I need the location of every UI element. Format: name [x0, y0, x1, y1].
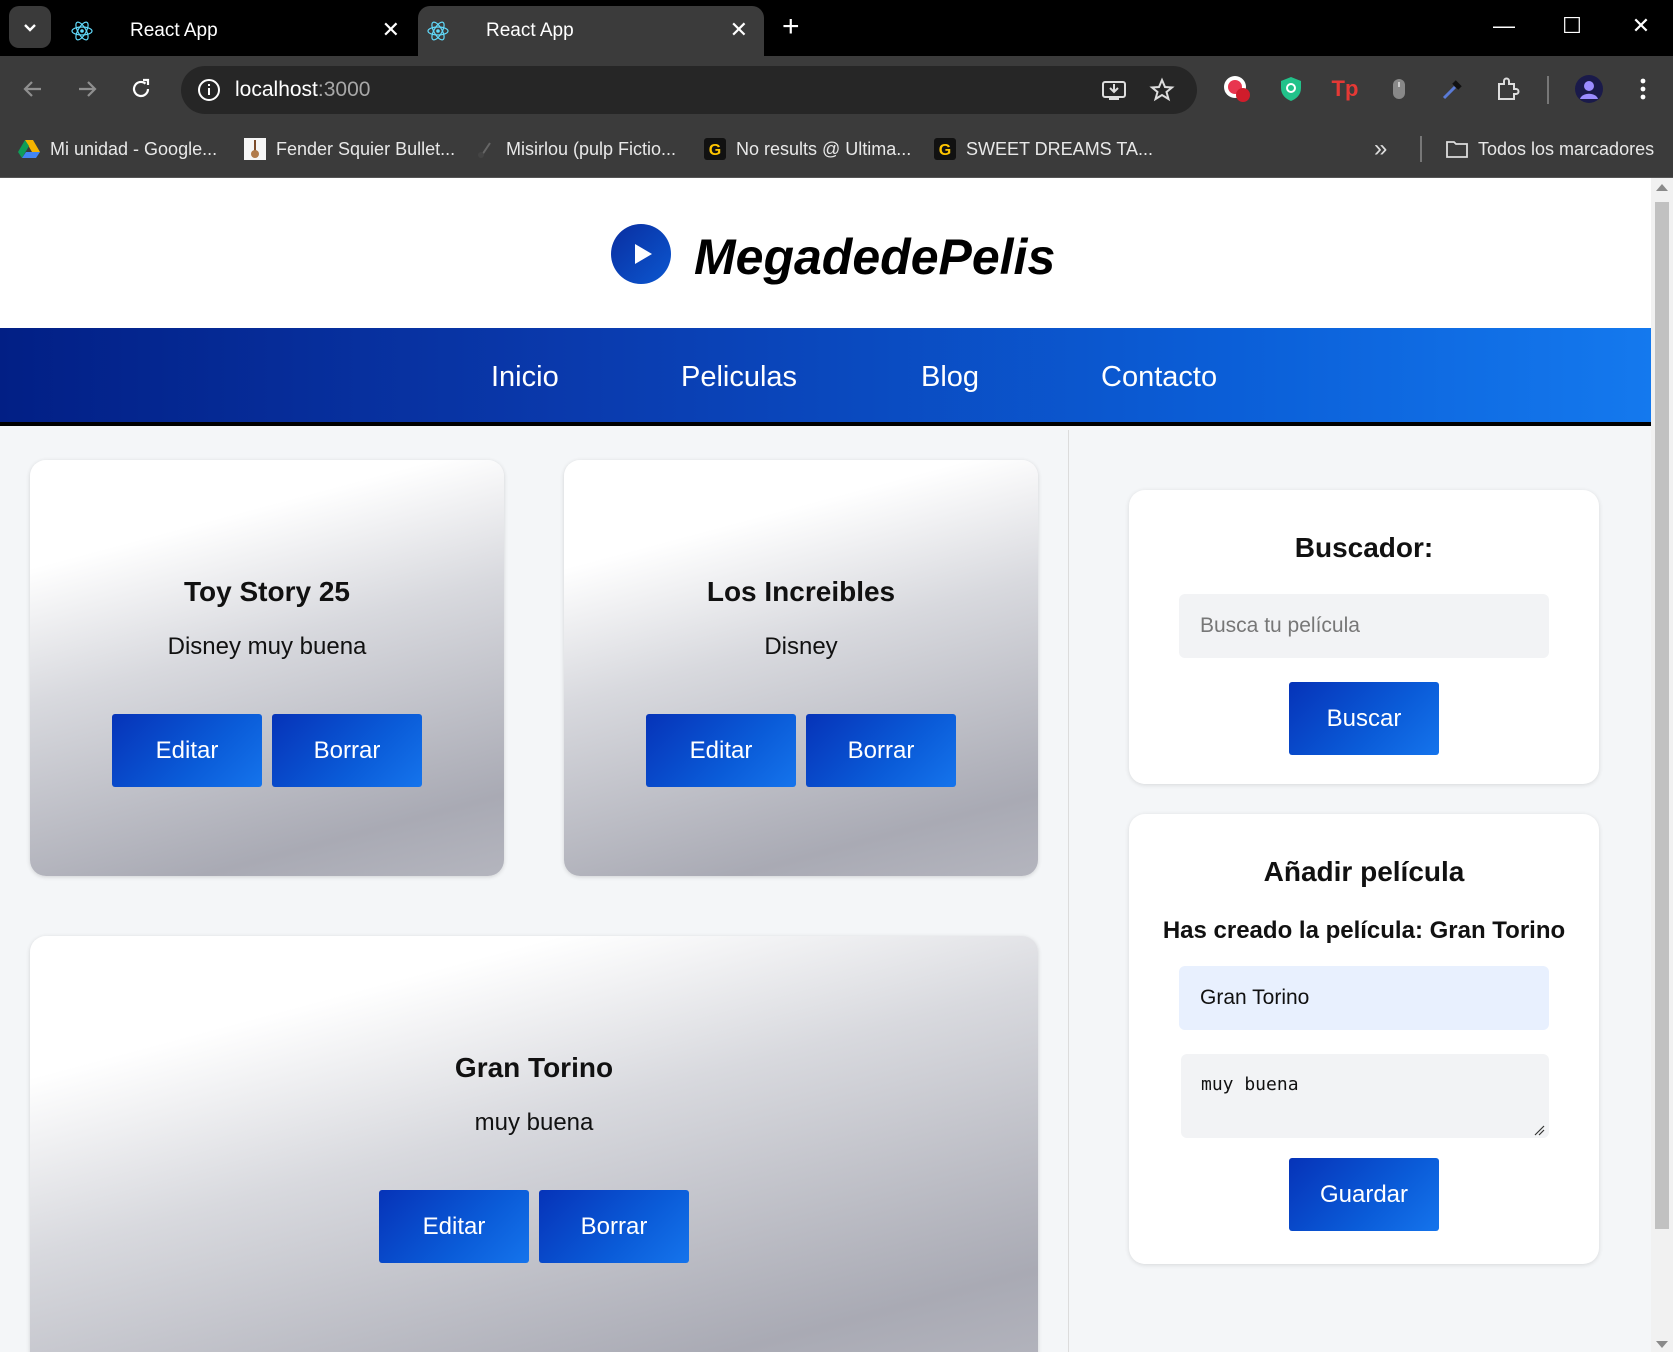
bookmark-label: Mi unidad - Google...: [50, 138, 218, 159]
nav-peliculas[interactable]: Peliculas: [681, 361, 797, 394]
nav-contacto[interactable]: Contacto: [1101, 361, 1217, 394]
bookmark-item[interactable]: G No results @ Ultima...: [704, 136, 911, 162]
search-button[interactable]: Buscar: [1289, 682, 1439, 755]
edit-button[interactable]: Editar: [379, 1190, 529, 1263]
movie-card: Gran Torino muy buena Editar Borrar: [30, 936, 1038, 1352]
movie-description: Disney muy buena: [167, 633, 367, 660]
search-input[interactable]: [1179, 594, 1549, 658]
tab-title: React App: [486, 20, 574, 41]
tp-extension-icon[interactable]: Tp: [1330, 74, 1360, 104]
svg-text:G: G: [709, 142, 721, 159]
maximize-icon[interactable]: ☐: [1552, 10, 1592, 42]
guitar-icon: [244, 138, 266, 160]
bookmark-star-icon[interactable]: [1149, 77, 1175, 103]
more-bookmarks-icon[interactable]: »: [1374, 135, 1387, 162]
svg-text:G: G: [939, 142, 951, 159]
movie-list: Toy Story 25 Disney muy buena Editar Bor…: [0, 430, 1068, 1352]
delete-button[interactable]: Borrar: [806, 714, 956, 787]
bookmark-label: No results @ Ultima...: [736, 138, 912, 159]
mouse-extension-icon[interactable]: [1384, 74, 1414, 104]
movie-card: Toy Story 25 Disney muy buena Editar Bor…: [30, 460, 504, 876]
bookmark-item[interactable]: Mi unidad - Google...: [18, 136, 217, 162]
save-button[interactable]: Guardar: [1289, 1158, 1439, 1231]
delete-button[interactable]: Borrar: [539, 1190, 689, 1263]
nav-inicio[interactable]: Inicio: [491, 361, 559, 394]
page-scrollbar[interactable]: [1651, 178, 1673, 1352]
react-icon: [427, 21, 449, 41]
main-navigation: Inicio Peliculas Blog Contacto: [0, 328, 1651, 426]
shield-extension-icon[interactable]: [1276, 74, 1306, 104]
forward-icon[interactable]: [70, 72, 104, 106]
back-icon[interactable]: [16, 72, 50, 106]
play-logo-icon: [611, 224, 671, 284]
all-bookmarks-folder[interactable]: Todos los marcadores: [1446, 136, 1654, 162]
eyedropper-extension-icon[interactable]: [1438, 74, 1468, 104]
tab-search-button[interactable]: [9, 6, 51, 48]
site-title: MegadedePelis: [694, 229, 1056, 285]
bookmark-label: Fender Squier Bullet...: [276, 138, 456, 159]
browser-toolbar: localhost:3000 Tp: [0, 56, 1673, 122]
creation-status: Has creado la película: Gran Torino: [1162, 917, 1566, 944]
nav-blog[interactable]: Blog: [921, 361, 979, 394]
more-menu-icon[interactable]: [1628, 74, 1658, 104]
all-bookmarks-label: Todos los marcadores: [1478, 138, 1655, 159]
search-widget: Buscador: Buscar: [1129, 490, 1599, 784]
browser-tab-1[interactable]: React App ✕: [62, 6, 416, 56]
site-header: MegadedePelis: [0, 178, 1651, 328]
movie-title-input[interactable]: [1179, 966, 1549, 1030]
ultimate-guitar-icon: G: [704, 138, 726, 160]
chevron-down-icon: [24, 24, 36, 32]
new-tab-icon[interactable]: +: [782, 8, 800, 46]
browser-tab-2[interactable]: React App ✕: [418, 6, 764, 56]
close-tab-icon[interactable]: ✕: [382, 18, 400, 42]
ultimate-guitar-icon: G: [934, 138, 956, 160]
bookmarks-divider: [1420, 136, 1422, 162]
bookmark-label: SWEET DREAMS TA...: [966, 138, 1154, 159]
site-info-icon[interactable]: [197, 78, 221, 102]
edit-button[interactable]: Editar: [112, 714, 262, 787]
bookmark-item[interactable]: Fender Squier Bullet...: [244, 136, 455, 162]
add-movie-widget: Añadir película Has creado la película: …: [1129, 814, 1599, 1264]
bookmark-label: Misirlou (pulp Fictio...: [506, 138, 677, 159]
address-bar[interactable]: localhost:3000: [181, 66, 1197, 114]
folder-icon: [1446, 138, 1468, 160]
minimize-icon[interactable]: —: [1484, 10, 1524, 42]
movie-title: Toy Story 25: [184, 576, 350, 607]
movie-card: Los Increibles Disney Editar Borrar: [564, 460, 1038, 876]
search-title: Buscador:: [1294, 532, 1434, 563]
movie-title: Los Increibles: [706, 576, 896, 607]
reload-icon[interactable]: [124, 72, 158, 106]
google-drive-icon: [18, 138, 40, 160]
delete-button[interactable]: Borrar: [272, 714, 422, 787]
bookmark-item[interactable]: G SWEET DREAMS TA...: [934, 136, 1153, 162]
movie-description: muy buena: [474, 1109, 594, 1136]
edit-button[interactable]: Editar: [646, 714, 796, 787]
movie-description: Disney: [764, 633, 838, 660]
toolbar-divider: [1547, 76, 1549, 104]
react-icon: [71, 21, 93, 41]
extension-badge-icon[interactable]: [1222, 74, 1252, 104]
extensions-puzzle-icon[interactable]: [1492, 74, 1522, 104]
resize-grip-icon[interactable]: [1533, 1124, 1545, 1136]
install-app-icon[interactable]: [1101, 77, 1127, 103]
scroll-down-icon[interactable]: [1656, 1341, 1668, 1348]
music-icon: [474, 138, 496, 160]
page-viewport: MegadedePelis Inicio Peliculas Blog Cont…: [0, 178, 1651, 1352]
sidebar: Buscador: Buscar Añadir película Has cre…: [1068, 430, 1651, 1352]
tab-title: React App: [130, 20, 218, 41]
bookmark-item[interactable]: Misirlou (pulp Fictio...: [474, 136, 676, 162]
bookmarks-bar: Mi unidad - Google... Fender Squier Bull…: [0, 122, 1673, 178]
browser-tab-bar: React App ✕ React App ✕ + — ☐ ✕: [0, 0, 1673, 56]
movie-description-textarea[interactable]: muy buena: [1181, 1054, 1549, 1138]
profile-avatar[interactable]: [1574, 74, 1604, 104]
url-text: localhost:3000: [235, 78, 371, 101]
add-movie-title: Añadir película: [1263, 856, 1465, 887]
close-window-icon[interactable]: ✕: [1621, 10, 1661, 42]
scrollbar-thumb[interactable]: [1655, 202, 1669, 1229]
movie-title: Gran Torino: [454, 1052, 614, 1083]
close-tab-icon[interactable]: ✕: [730, 18, 748, 42]
scroll-up-icon[interactable]: [1656, 184, 1668, 191]
